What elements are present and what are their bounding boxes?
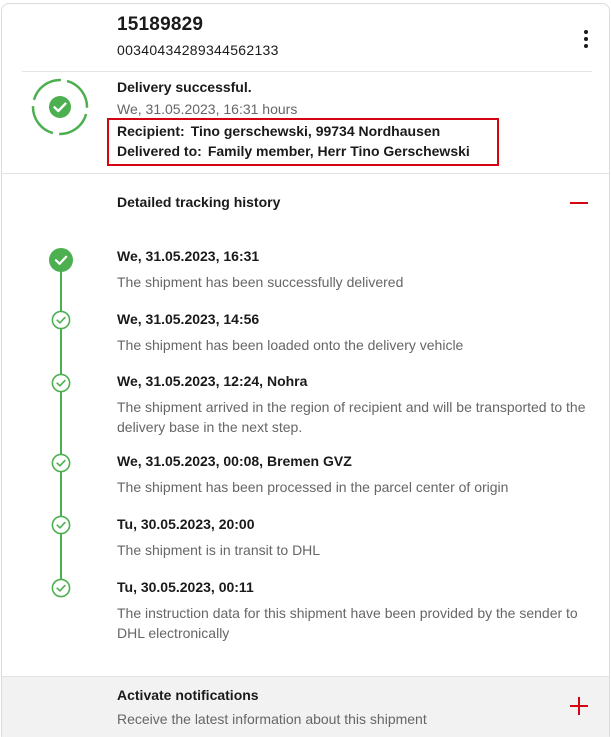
status-title: Delivery successful. <box>117 79 252 95</box>
event-date: We, 31.05.2023, 00:08, Bremen GVZ <box>117 453 352 469</box>
plus-icon[interactable] <box>568 695 590 717</box>
more-dot <box>584 37 588 41</box>
tracking-number: 00340434289344562133 <box>117 42 279 58</box>
check-outline-icon <box>51 453 71 473</box>
more-options-button[interactable] <box>578 28 594 50</box>
tracking-event: Tu, 30.05.2023, 00:11 The instruction da… <box>117 579 592 643</box>
tracking-event: We, 31.05.2023, 14:56 The shipment has b… <box>117 311 592 355</box>
more-dot <box>584 44 588 48</box>
event-description: The instruction data for this shipment h… <box>117 605 578 641</box>
tracking-event: We, 31.05.2023, 00:08, Bremen GVZ The sh… <box>117 453 592 497</box>
collapse-history-button[interactable] <box>568 193 590 213</box>
header-divider <box>22 71 592 72</box>
check-circle-icon <box>31 78 89 136</box>
check-outline-icon <box>51 373 71 393</box>
shipment-id: 15189829 <box>117 14 204 35</box>
tracking-history-title[interactable]: Detailed tracking history <box>117 194 280 210</box>
tracking-event: We, 31.05.2023, 16:31 The shipment has b… <box>117 248 592 292</box>
recipient-line: Recipient: Tino gerschewski, 99734 Nordha… <box>117 121 497 141</box>
delivery-status: Delivery successful. We, 31.05.2023, 16:… <box>117 79 297 117</box>
event-date: Tu, 30.05.2023, 00:11 <box>117 579 254 595</box>
event-date: We, 31.05.2023, 14:56 <box>117 311 260 327</box>
tracking-event: Tu, 30.05.2023, 20:00 The shipment is in… <box>117 516 592 560</box>
event-description: The shipment has been successfully deliv… <box>117 274 404 290</box>
event-date: We, 31.05.2023, 12:24, Nohra <box>117 373 308 389</box>
more-dot <box>584 30 588 34</box>
tracking-event: We, 31.05.2023, 12:24, Nohra The shipmen… <box>117 373 592 437</box>
event-description: The shipment has been loaded onto the de… <box>117 337 464 353</box>
notifications-subtitle: Receive the latest information about thi… <box>117 711 427 727</box>
status-time: We, 31.05.2023, 16:31 hours <box>117 101 298 117</box>
recipient-label: Recipient: <box>117 123 185 139</box>
event-date: We, 31.05.2023, 16:31 <box>117 248 260 264</box>
recipient-value: Tino gerschewski, 99734 Nordhausen <box>190 123 441 139</box>
check-outline-icon <box>51 515 71 535</box>
delivered-to-line: Delivered to: Family member, Herr Tino Ge… <box>117 141 497 161</box>
event-description: The shipment is in transit to DHL <box>117 542 321 558</box>
status-divider <box>2 173 609 174</box>
event-description: The shipment arrived in the region of re… <box>117 399 586 435</box>
check-outline-icon <box>51 578 71 598</box>
minus-icon <box>570 202 588 204</box>
check-filled-icon <box>49 248 73 272</box>
notifications-title: Activate notifications <box>117 687 259 703</box>
shipment-header: 15189829 00340434289344562133 <box>117 14 279 58</box>
delivered-to-value: Family member, Herr Tino Gerschewski <box>207 143 470 159</box>
delivered-to-label: Delivered to: <box>117 143 202 159</box>
event-description: The shipment has been processed in the p… <box>117 479 509 495</box>
event-date: Tu, 30.05.2023, 20:00 <box>117 516 255 532</box>
recipient-highlight: Recipient: Tino gerschewski, 99734 Nordha… <box>107 118 499 166</box>
activate-notifications-row[interactable]: Activate notifications Receive the lates… <box>2 676 609 737</box>
check-outline-icon <box>51 310 71 330</box>
plus-bar <box>578 697 580 715</box>
